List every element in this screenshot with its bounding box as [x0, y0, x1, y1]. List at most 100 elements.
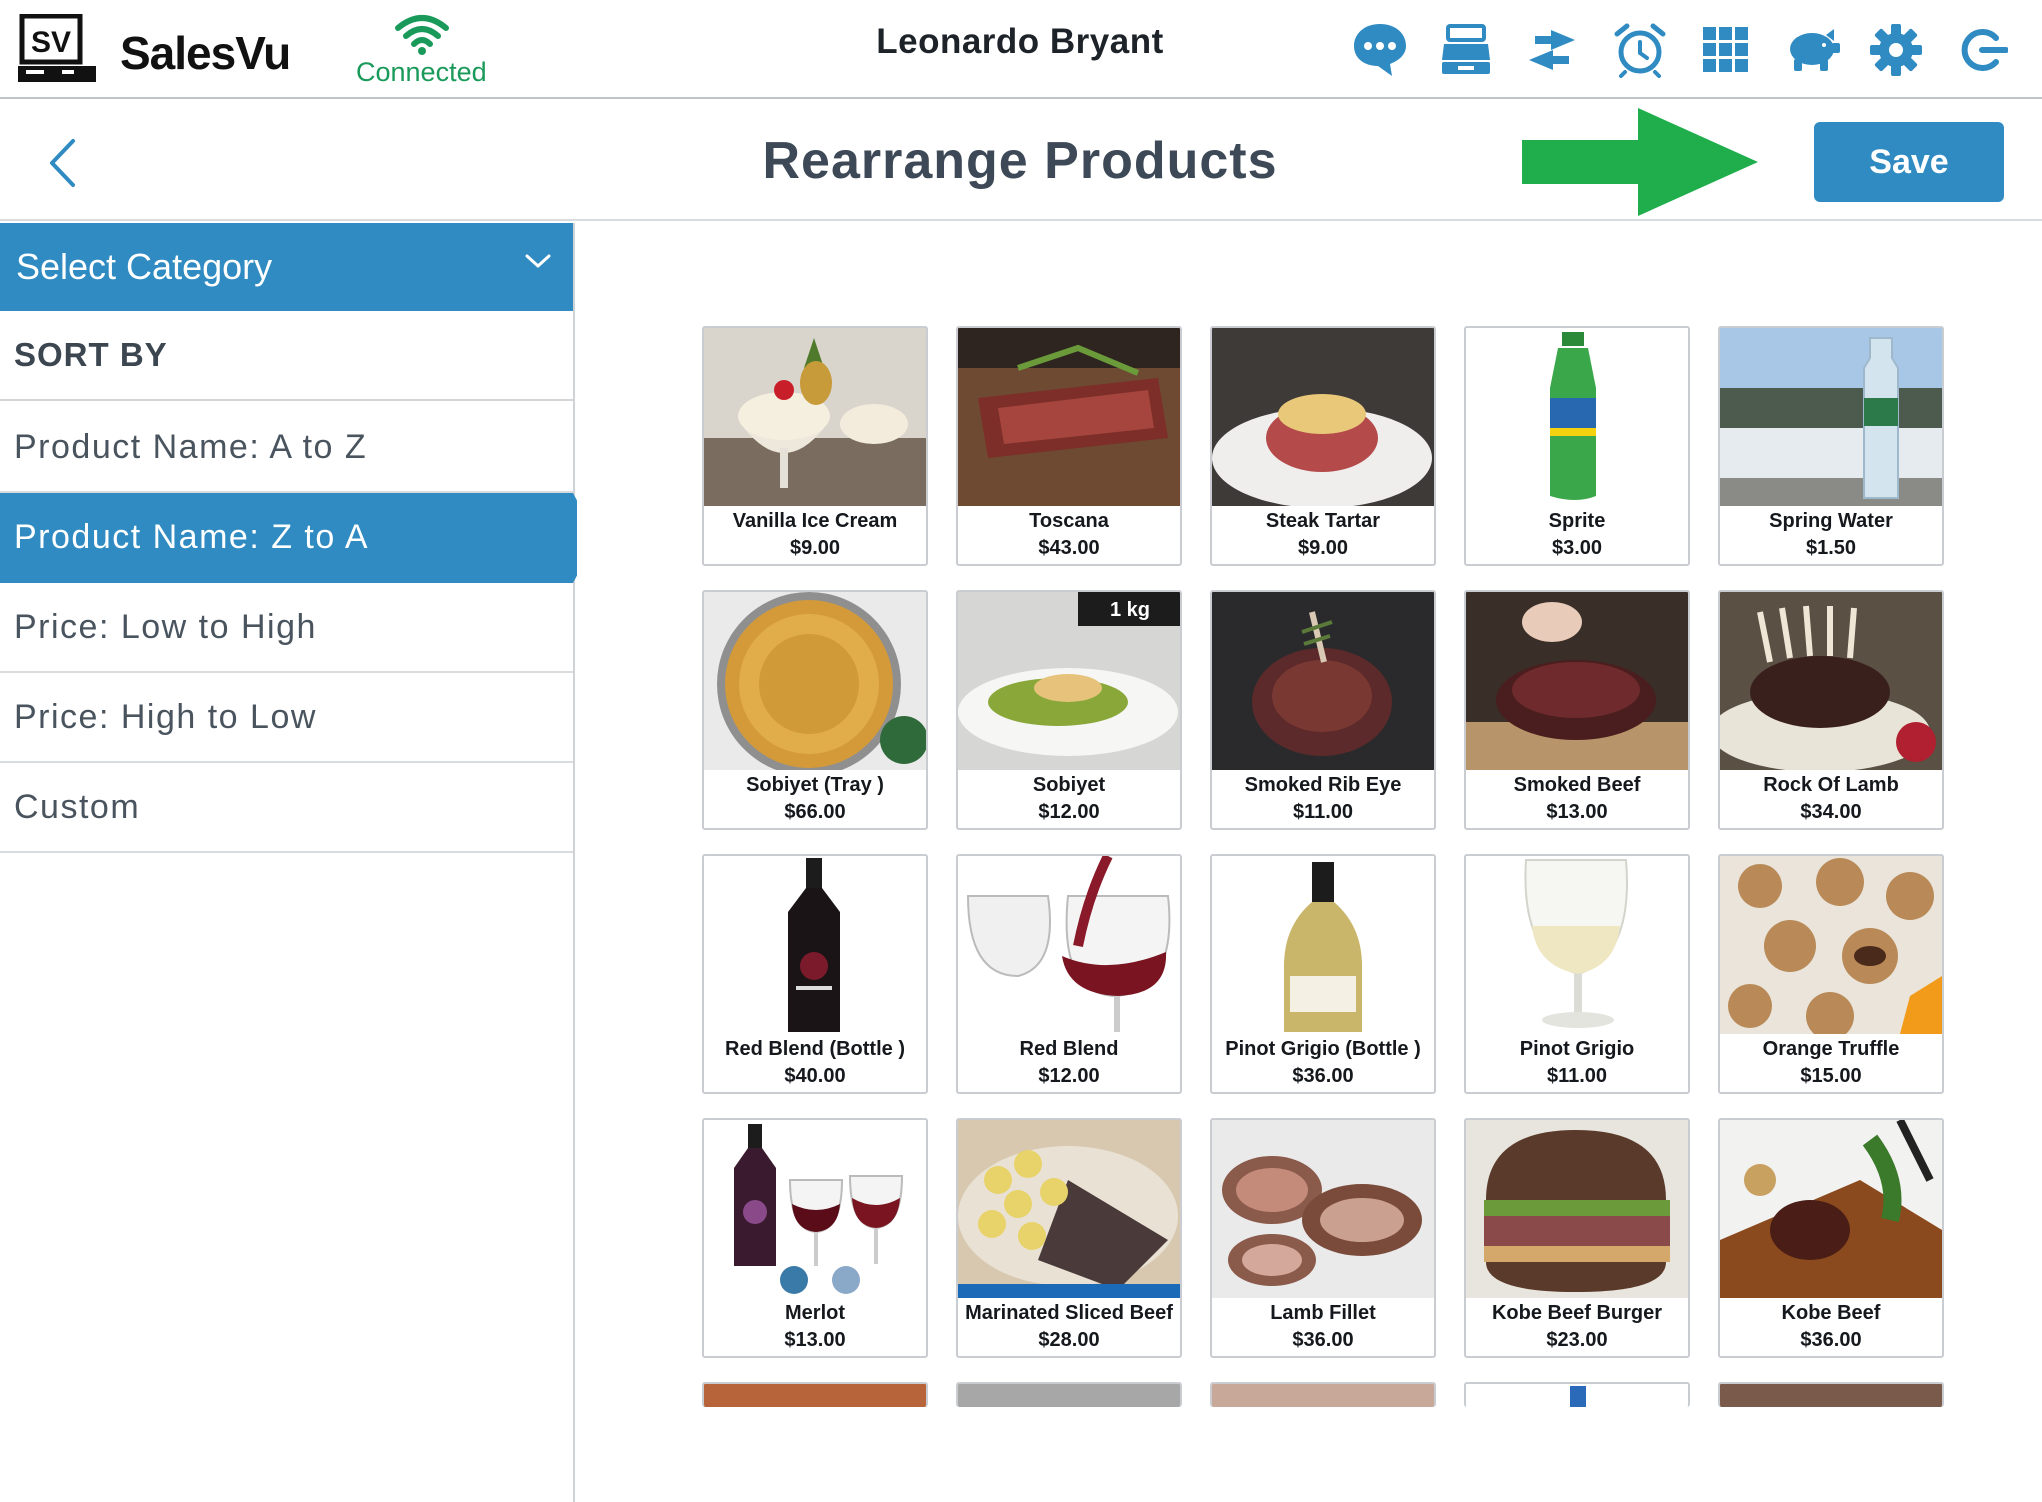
svg-text:SV: SV [31, 26, 71, 59]
product-card[interactable]: Red Blend $12.00 [956, 854, 1182, 1094]
product-image [704, 856, 926, 1034]
product-price: $15.00 [1800, 1065, 1862, 1087]
wifi-icon [395, 15, 449, 55]
product-name: Kobe Beef [1781, 1302, 1881, 1324]
product-name: Red Blend [1019, 1038, 1119, 1060]
product-name: Toscana [1029, 510, 1109, 532]
product-price: $3.00 [1551, 537, 1603, 559]
logout-icon[interactable] [1950, 18, 2014, 82]
product-image [1466, 1120, 1688, 1298]
product-grid: Vanilla Ice Cream $9.00 Toscana $43.00 S… [577, 223, 2042, 1502]
product-card[interactable]: Kobe Beef Burger $23.00 [1464, 1118, 1690, 1358]
transfer-arrows-icon[interactable] [1520, 18, 1584, 82]
product-card[interactable]: Sobiyet (Tray ) $66.00 [702, 590, 928, 830]
sort-option-name-a-z[interactable]: Product Name: A to Z [0, 403, 573, 493]
green-arrow-icon [1522, 108, 1758, 216]
product-image [1720, 1120, 1942, 1298]
back-button[interactable] [36, 133, 88, 193]
product-image [958, 1120, 1180, 1298]
product-card[interactable]: Marinated Sliced Beef $28.00 [956, 1118, 1182, 1358]
chevron-down-icon [525, 254, 551, 268]
product-price: $12.00 [1038, 801, 1100, 823]
product-card[interactable] [1464, 1382, 1690, 1407]
sort-option-custom[interactable]: Custom [0, 763, 573, 853]
product-price: $1.50 [1805, 537, 1857, 559]
product-price: $13.00 [784, 1329, 846, 1351]
product-image [1212, 856, 1434, 1034]
product-name: Lamb Fillet [1270, 1302, 1376, 1324]
product-image [1212, 1384, 1434, 1407]
product-price: $66.00 [784, 801, 846, 823]
product-image: 1 kg [958, 592, 1180, 770]
save-button[interactable]: Save [1814, 122, 2004, 202]
product-card[interactable] [702, 1382, 928, 1407]
product-card[interactable]: Lamb Fillet $36.00 [1210, 1118, 1436, 1358]
connection-label: Connected [356, 57, 487, 87]
product-image [1720, 1384, 1942, 1407]
product-card[interactable]: Orange Truffle $15.00 [1718, 854, 1944, 1094]
product-name: Pinot Grigio (Bottle ) [1225, 1038, 1421, 1060]
product-image [1720, 328, 1942, 506]
chevron-left-icon [50, 139, 75, 187]
connection-status: Connected [356, 14, 487, 87]
product-image [1212, 592, 1434, 770]
product-name: Steak Tartar [1265, 510, 1381, 532]
product-price: $12.00 [1038, 1065, 1100, 1087]
piggy-bank-icon[interactable] [1780, 18, 1844, 82]
product-card[interactable]: Pinot Grigio (Bottle ) $36.00 [1210, 854, 1436, 1094]
product-image [1720, 856, 1942, 1034]
category-select-label: Select Category [16, 246, 273, 287]
product-card[interactable] [1210, 1382, 1436, 1407]
product-image [1466, 592, 1688, 770]
product-card[interactable]: Red Blend (Bottle ) $40.00 [702, 854, 928, 1094]
product-card[interactable]: Rock Of Lamb $34.00 [1718, 590, 1944, 830]
product-card[interactable]: Smoked Beef $13.00 [1464, 590, 1690, 830]
cash-register-icon[interactable] [1434, 18, 1498, 82]
product-price: $9.00 [1297, 537, 1349, 559]
product-name: Smoked Beef [1513, 774, 1641, 796]
product-card[interactable]: Kobe Beef $36.00 [1718, 1118, 1944, 1358]
product-card[interactable]: Toscana $43.00 [956, 326, 1182, 566]
product-image [958, 1384, 1180, 1407]
product-card[interactable]: Spring Water $1.50 [1718, 326, 1944, 566]
product-image [704, 1384, 926, 1407]
product-image [958, 856, 1180, 1034]
product-price: $9.00 [789, 537, 841, 559]
product-card[interactable] [956, 1382, 1182, 1407]
product-image [704, 328, 926, 506]
sort-option-price-high-low[interactable]: Price: High to Low [0, 673, 573, 763]
product-card[interactable]: Vanilla Ice Cream $9.00 [702, 326, 928, 566]
product-image [958, 328, 1180, 506]
gear-icon[interactable] [1864, 18, 1928, 82]
alarm-clock-icon[interactable] [1608, 18, 1672, 82]
product-card[interactable]: Pinot Grigio $11.00 [1464, 854, 1690, 1094]
product-price: $36.00 [1292, 1329, 1354, 1351]
grid-apps-icon[interactable] [1694, 18, 1758, 82]
top-bar: SV SalesVu Connected Leonardo Bryant [0, 0, 2042, 99]
product-image [704, 592, 926, 770]
product-image [1466, 1384, 1688, 1407]
product-card[interactable]: 1 kg Sobiyet $12.00 [956, 590, 1182, 830]
product-name: Kobe Beef Burger [1491, 1302, 1663, 1324]
product-name: Spring Water [1769, 510, 1893, 532]
product-card[interactable]: Merlot $13.00 [702, 1118, 928, 1358]
sort-by-heading: SORT BY [0, 311, 573, 401]
product-card[interactable] [1718, 1382, 1944, 1407]
product-price: $23.00 [1546, 1329, 1608, 1351]
sort-option-price-low-high[interactable]: Price: Low to High [0, 583, 573, 673]
sort-option-name-z-a[interactable]: Product Name: Z to A [0, 493, 597, 583]
product-price: $13.00 [1546, 801, 1608, 823]
product-card[interactable]: Sprite $3.00 [1464, 326, 1690, 566]
category-select[interactable]: Select Category [0, 223, 573, 311]
product-image [1212, 328, 1434, 506]
product-name: Rock Of Lamb [1763, 774, 1899, 796]
chat-icon[interactable] [1348, 18, 1412, 82]
product-price: $11.00 [1546, 1065, 1608, 1087]
brand-name: SalesVu [120, 27, 291, 79]
product-price: $36.00 [1292, 1065, 1354, 1087]
sort-sidebar: Select Category SORT BY Product Name: A … [0, 223, 597, 1502]
product-price: $28.00 [1038, 1329, 1100, 1351]
product-card[interactable]: Steak Tartar $9.00 [1210, 326, 1436, 566]
product-card[interactable]: Smoked Rib Eye $11.00 [1210, 590, 1436, 830]
product-image [704, 1120, 926, 1298]
